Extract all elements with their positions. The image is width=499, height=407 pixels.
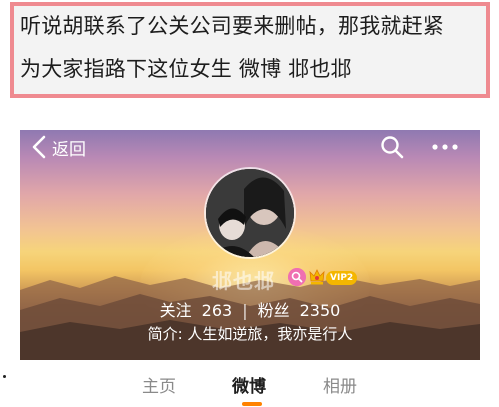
weibo-profile-header: 返回 邶也邶 VIP2 关注 263 | 粉丝 2350 简介: 人生如逆旅，我… (20, 130, 480, 360)
vip-badge: VIP2 (326, 271, 358, 285)
active-tab-indicator (242, 402, 262, 406)
tab-album[interactable]: 相册 (323, 372, 357, 397)
screenshot-frame: 听说胡联系了公关公司要来删帖，那我就赶紧 为大家指路下这位女生 微博 邶也邶 返… (0, 0, 499, 407)
following-label[interactable]: 关注 (160, 297, 192, 321)
chevron-left-icon (32, 135, 46, 159)
followers-label[interactable]: 粉丝 (258, 297, 290, 321)
bio-text: 简介: 人生如逆旅，我亦是行人 (147, 325, 353, 343)
tab-weibo[interactable]: 微博 (232, 372, 266, 397)
verified-search-badge-icon (288, 268, 306, 286)
following-count[interactable]: 263 (202, 301, 233, 320)
search-icon[interactable] (380, 135, 404, 159)
quote-line-1: 听说胡联系了公关公司要来删帖，那我就赶紧 (20, 14, 444, 38)
name-row: 邶也邶 VIP2 (20, 267, 480, 293)
stats-row: 关注 263 | 粉丝 2350 (20, 297, 480, 321)
more-dots-icon[interactable] (431, 137, 459, 157)
back-button[interactable]: 返回 (30, 134, 86, 160)
followers-count[interactable]: 2350 (300, 301, 341, 320)
avatar[interactable] (206, 169, 294, 257)
quote-line-2: 为大家指路下这位女生 微博 邶也邶 (20, 57, 352, 81)
avatar-photo (206, 169, 294, 257)
stray-dot (3, 375, 6, 378)
stats-separator: | (242, 301, 248, 320)
quote-box: 听说胡联系了公关公司要来删帖，那我就赶紧 为大家指路下这位女生 微博 邶也邶 (10, 2, 490, 98)
user-name[interactable]: 邶也邶 (212, 265, 275, 294)
profile-tabs: 主页 微博 相册 (20, 360, 480, 407)
tab-home[interactable]: 主页 (142, 372, 176, 397)
back-label: 返回 (52, 139, 86, 160)
vip-crown-icon (309, 269, 325, 285)
